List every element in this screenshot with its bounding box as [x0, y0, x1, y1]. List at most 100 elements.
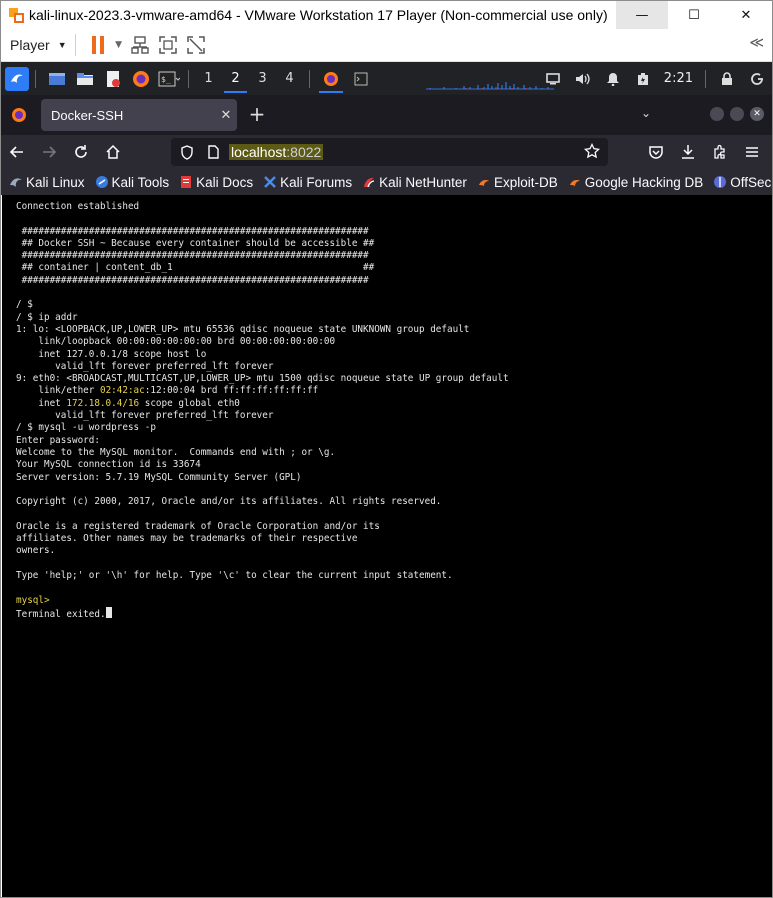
firefox-launcher-icon[interactable] [128, 66, 154, 92]
url-bar[interactable]: localhost:8022 [171, 138, 608, 166]
terminal-output[interactable]: Connection established #################… [2, 195, 772, 897]
terminal-line-text: Connection established [16, 201, 140, 212]
bookmark-kali-tools[interactable]: Kali Tools [95, 175, 169, 190]
back-arrow-icon [9, 146, 23, 158]
bookmark-exploit-db[interactable]: Exploit-DB [477, 175, 558, 190]
player-menu-label: Player [10, 37, 50, 53]
terminal-line-text: Server version: 5.7.19 MySQL Community S… [16, 471, 302, 483]
terminal-line: Copyright (c) 2000, 2017, Oracle and/or … [16, 496, 772, 508]
taskbar-terminal[interactable] [346, 62, 376, 95]
terminal-line: Terminal exited. [16, 606, 772, 620]
terminal-line-text: Enter password: [16, 434, 100, 446]
bookmark-offsec[interactable]: OffSec [713, 175, 771, 190]
maximize-button[interactable]: ☐ [668, 1, 720, 29]
text-editor-icon[interactable] [100, 66, 126, 92]
panel-clock[interactable]: 2:21 [658, 71, 699, 86]
pocket-button[interactable] [640, 136, 672, 168]
kali-dragon-icon [9, 175, 23, 189]
forward-button[interactable] [33, 136, 65, 168]
bookmark-label: Google Hacking DB [584, 174, 704, 190]
shield-icon[interactable] [177, 144, 197, 160]
app-menu-button[interactable] [736, 136, 768, 168]
volume-icon[interactable] [568, 62, 598, 95]
exploit-db-icon [477, 175, 491, 189]
bookmark-kali-docs[interactable]: Kali Docs [179, 175, 253, 190]
file-manager-icon[interactable] [72, 66, 98, 92]
tab-docker-ssh[interactable]: Docker-SSH ✕ [41, 99, 237, 131]
panel-divider [188, 69, 189, 88]
vmware-toolbar: Player ▼ ▼ ≪ [1, 29, 772, 62]
terminal-line: Type 'help;' or '\h' for help. Type '\c'… [16, 570, 772, 582]
terminal-line: Your MySQL connection id is 33674 [16, 459, 772, 471]
browser-minimize-button[interactable] [710, 107, 724, 121]
bookmark-kali-linux[interactable]: Kali Linux [9, 175, 85, 190]
kali-docs-icon [179, 175, 193, 189]
terminal-line-text: 9: eth0: <BROADCAST,MULTICAST,UP,LOWER_U… [16, 373, 509, 385]
kali-menu-icon[interactable] [5, 66, 29, 91]
terminal-line: affiliates. Other names may be trademark… [16, 533, 772, 545]
logout-icon[interactable] [742, 62, 772, 95]
terminal-line: mysql> [16, 595, 772, 607]
bookmark-kali-forums[interactable]: Kali Forums [263, 175, 352, 190]
caret-down-icon: ▼ [57, 40, 67, 50]
collapse-toolbar-icon[interactable]: ≪ [749, 35, 764, 51]
minimize-button[interactable]: — [616, 1, 668, 29]
terminal-line-text: :12:00:04 brd ff:ff:ff:ff:ff:ff [144, 385, 319, 397]
terminal-line-text: inet [16, 397, 67, 409]
fullscreen-button[interactable] [154, 31, 182, 59]
display-icon[interactable] [538, 62, 568, 95]
send-ctrl-alt-del-button[interactable] [126, 31, 154, 59]
workspace-1[interactable]: 1 [195, 62, 222, 95]
lock-screen-icon[interactable] [712, 62, 742, 95]
close-tab-icon[interactable]: ✕ [215, 108, 237, 123]
show-desktop-icon[interactable] [44, 66, 70, 92]
notification-bell-icon[interactable] [598, 62, 628, 95]
downloads-button[interactable] [672, 136, 704, 168]
terminal-line: ########################################… [16, 250, 772, 262]
workspace-3[interactable]: 3 [249, 62, 276, 95]
new-tab-button[interactable]: + [245, 103, 269, 127]
player-menu[interactable]: Player ▼ [10, 37, 67, 53]
browser-close-button[interactable]: ✕ [750, 107, 764, 121]
close-button[interactable]: ✕ [720, 1, 772, 29]
bookmark-label: Kali Docs [196, 174, 254, 190]
pause-icon [91, 36, 104, 54]
svg-text:$_: $_ [161, 75, 171, 84]
extensions-button[interactable] [704, 136, 736, 168]
tab-title: Docker-SSH [51, 107, 124, 123]
terminal-line: inet 172.18.0.4/16 scope global eth0 [16, 398, 772, 410]
terminal-line: / $ [16, 299, 772, 311]
reload-button[interactable] [65, 136, 97, 168]
unity-button[interactable] [182, 31, 210, 59]
window-titlebar[interactable]: kali-linux-2023.3-vmware-amd64 - VMware … [1, 1, 772, 29]
pause-dropdown-icon[interactable]: ▼ [112, 31, 126, 59]
bookmark-star-icon[interactable] [583, 142, 601, 163]
browser-maximize-button[interactable] [730, 107, 744, 121]
terminal-line: ## Docker SSH ~ Because every container … [16, 238, 772, 250]
back-button[interactable] [1, 136, 33, 168]
home-button[interactable] [97, 136, 129, 168]
list-all-tabs-icon[interactable]: ⌄ [641, 106, 651, 120]
terminal-launcher-icon[interactable]: $_ [156, 66, 182, 92]
network-graph-icon [426, 82, 554, 90]
terminal-line-text: Terminal exited. [16, 608, 106, 620]
firefox-view-button[interactable] [1, 95, 37, 135]
workspace-2[interactable]: 2 [222, 62, 249, 95]
terminal-line: Enter password: [16, 435, 772, 447]
terminal-line: valid_lft forever preferred_lft forever [16, 410, 772, 422]
terminal-line-text: ## Docker SSH ~ Because every container … [16, 237, 375, 249]
reload-icon [75, 145, 87, 158]
workspace-4[interactable]: 4 [276, 62, 303, 95]
page-info-icon[interactable] [203, 145, 223, 159]
bookmark-google-hacking-db[interactable]: Google Hacking DB [568, 174, 704, 190]
download-icon [682, 145, 694, 159]
terminal-cursor [105, 606, 112, 618]
url-text[interactable]: localhost:8022 [229, 144, 324, 160]
terminal-line: valid_lft forever preferred_lft forever [16, 361, 772, 373]
battery-icon[interactable] [628, 62, 658, 95]
taskbar-firefox[interactable] [316, 62, 346, 95]
panel-divider [35, 69, 36, 88]
pause-button[interactable] [84, 31, 112, 59]
bookmark-kali-nethunter[interactable]: Kali NetHunter [362, 175, 467, 190]
